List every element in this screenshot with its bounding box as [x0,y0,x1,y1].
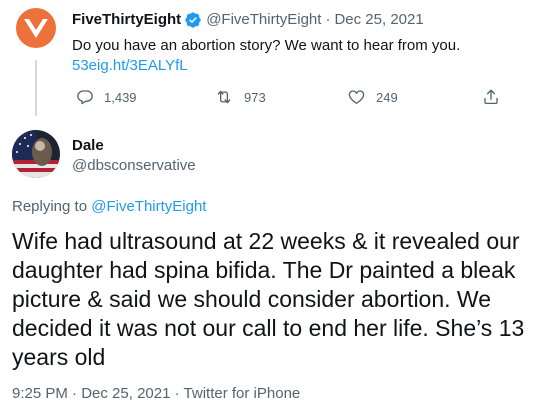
share-icon [484,89,498,105]
parent-tweet-link[interactable]: 53eig.ht/3EALYfL [72,56,188,76]
reply-author-name[interactable]: Dale [72,136,104,156]
retweet-count: 973 [244,89,266,105]
tweet-time[interactable]: 9:25 PM [12,385,68,402]
parent-date[interactable]: Dec 25, 2021 [334,10,423,30]
parent-tweet-text: Do you have an abortion story? We want t… [72,37,461,54]
meta-separator-2: · [174,385,180,402]
parent-separator: · [325,11,331,28]
thread-connector-line [35,60,37,116]
reply-button[interactable]: 1,439 [76,88,137,106]
replying-prefix: Replying to [12,198,88,215]
reply-tweet-text: Wife had ultrasound at 22 weeks & it rev… [12,228,525,370]
retweet-icon [217,90,231,104]
replying-to-link[interactable]: @FiveThirtyEight [91,198,206,215]
reply-avatar[interactable] [12,130,60,178]
parent-tweet-header: FiveThirtyEight @FiveThirtyEight · Dec 2… [72,10,424,30]
replying-to-line: Replying to @FiveThirtyEight [12,197,206,217]
parent-author-name[interactable]: FiveThirtyEight [72,10,181,30]
share-button[interactable] [482,88,510,106]
reply-tweet-meta: 9:25 PM · Dec 25, 2021 · Twitter for iPh… [12,384,300,404]
like-button[interactable]: 249 [347,88,398,106]
tweet-source[interactable]: Twitter for iPhone [184,385,301,402]
flag-avatar-icon [12,130,60,178]
parent-tweet-actions: 1,439 973 249 [72,88,502,108]
like-count: 249 [376,89,398,105]
tweet-date[interactable]: Dec 25, 2021 [81,385,170,402]
reply-icon [77,90,93,105]
parent-handle[interactable]: @FiveThirtyEight [206,10,321,30]
fivethirtyeight-logo-icon [16,8,56,48]
verified-badge-icon [184,11,202,29]
reply-count: 1,439 [104,89,137,105]
reply-handle[interactable]: @dbsconservative [72,156,196,176]
heart-icon [348,90,365,105]
meta-separator-1: · [72,385,78,402]
retweet-button[interactable]: 973 [214,88,266,106]
parent-avatar[interactable] [16,8,56,48]
